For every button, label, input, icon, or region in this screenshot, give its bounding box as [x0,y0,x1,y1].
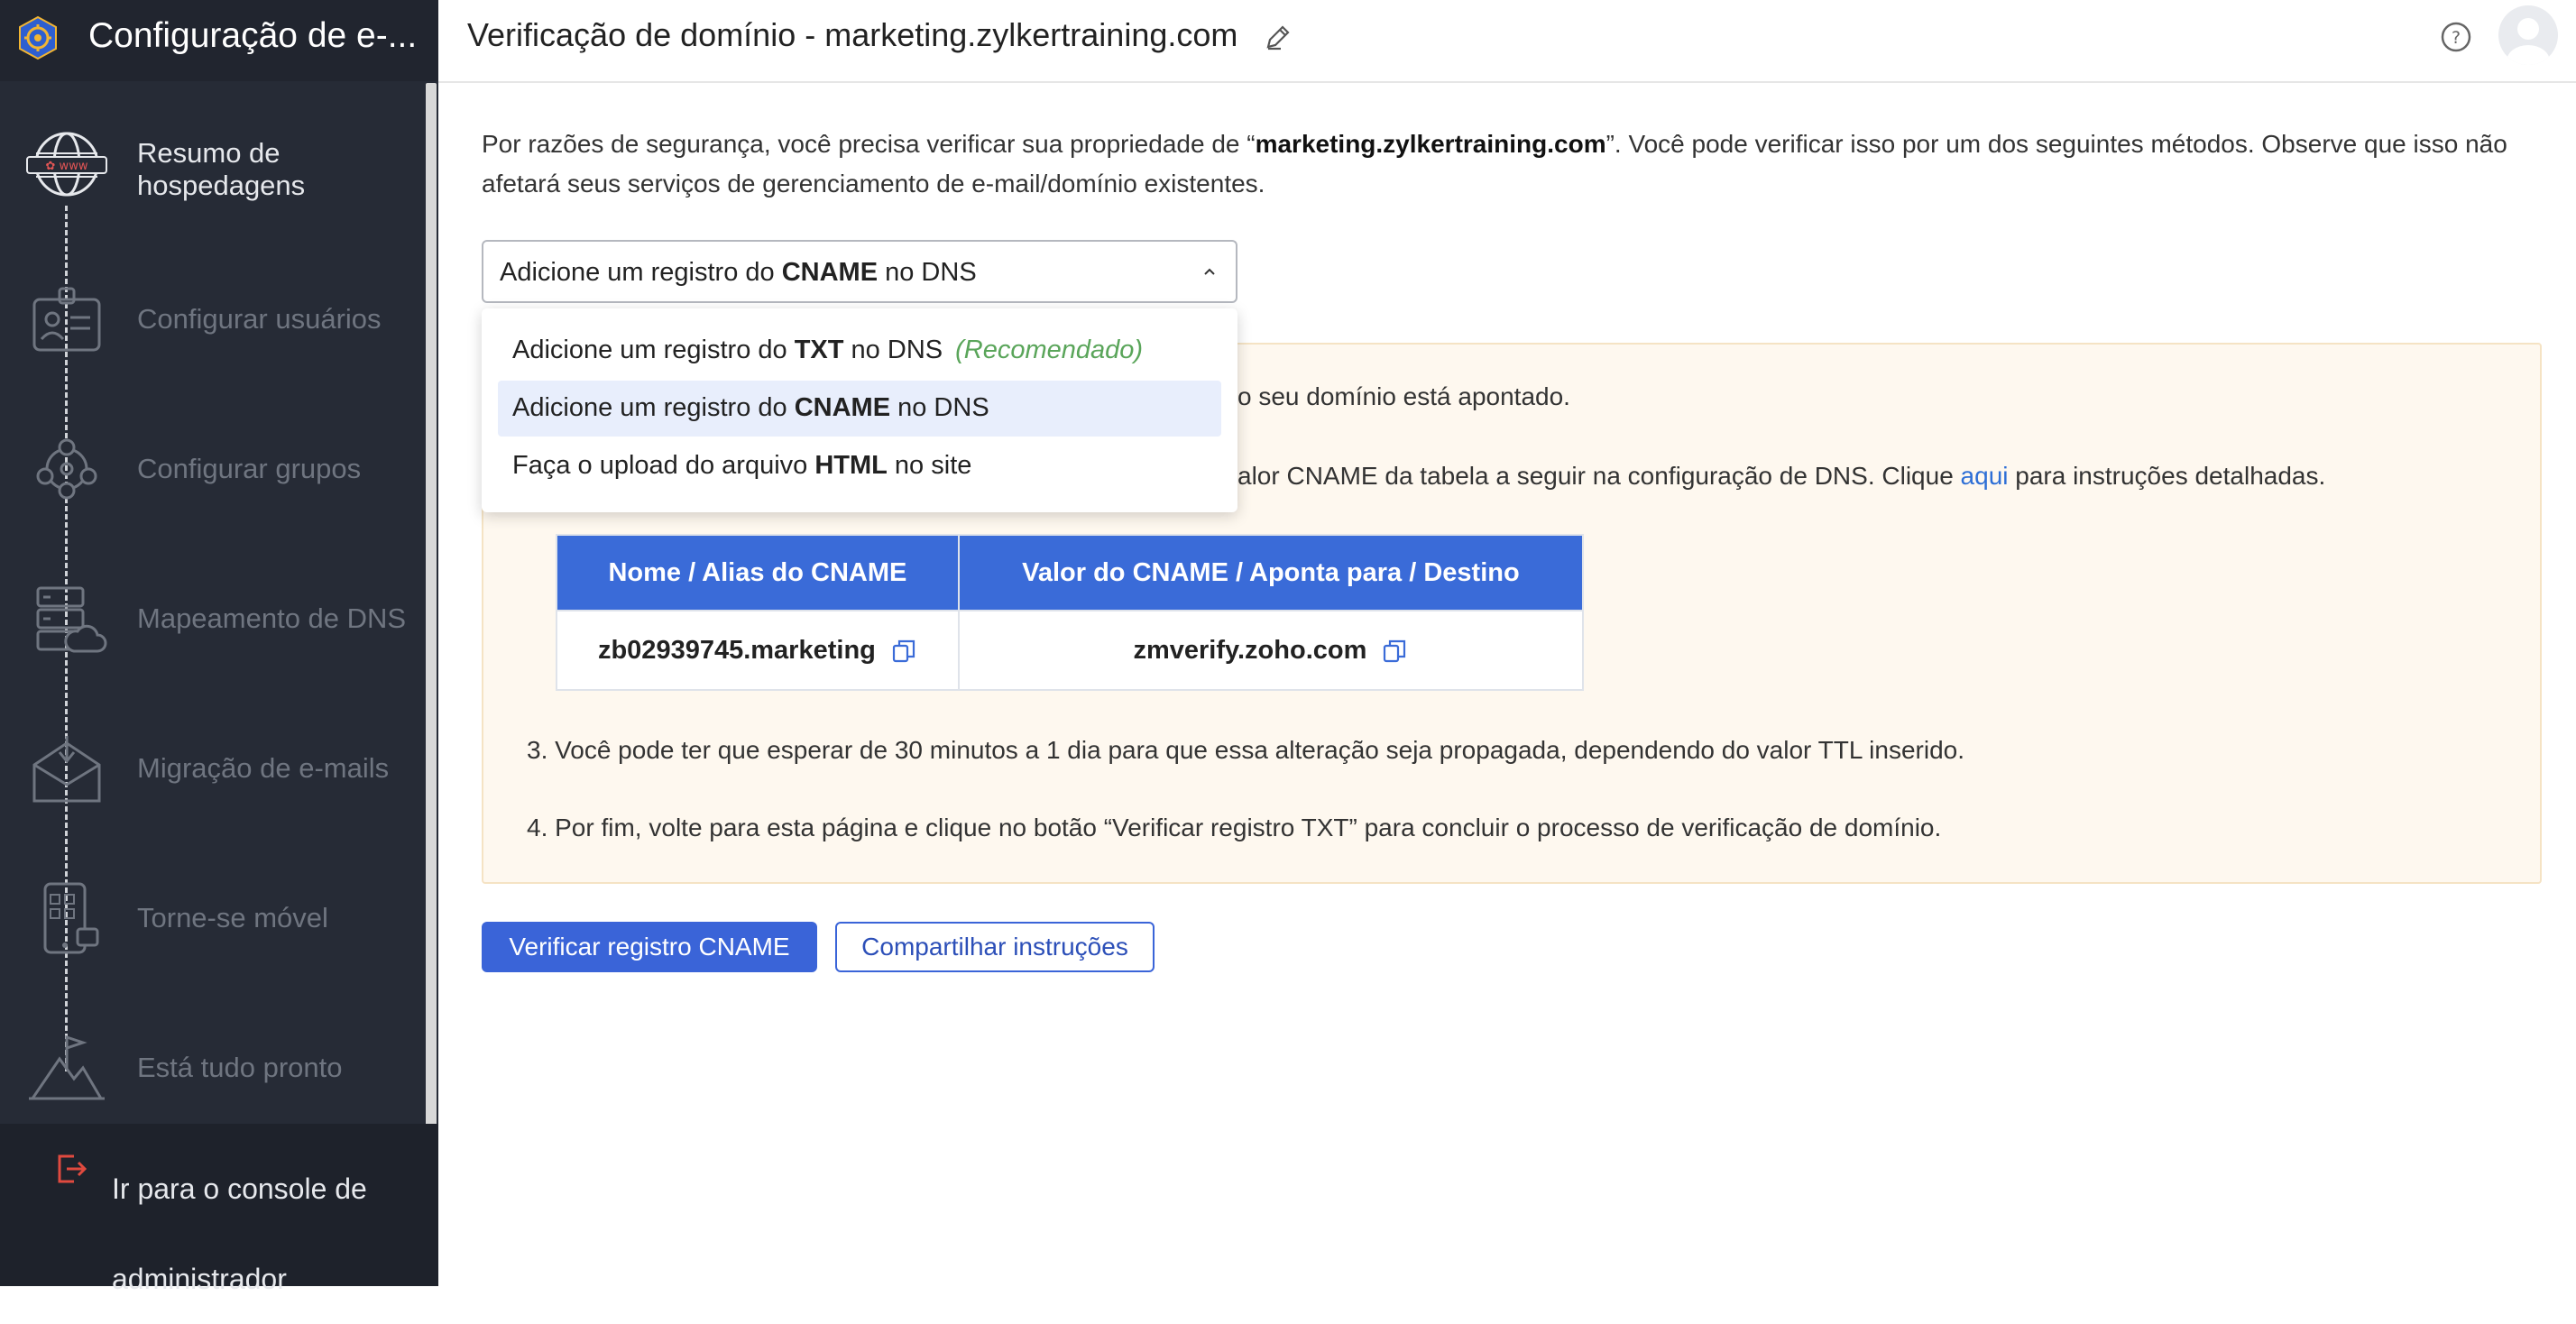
select-value-prefix: Adicione um registro do [500,258,782,287]
admin-console-label: Ir para o console de administrador [112,1172,367,1295]
sidebar-item-label: Torne-se móvel [137,902,328,933]
cname-target-value: zmverify.zoho.com [1133,635,1367,665]
select-value-bold: CNAME [781,258,879,287]
mobile-apps-icon [43,882,99,954]
option-suffix: no DNS [890,393,989,422]
instructions-link[interactable]: aqui [1961,462,2009,490]
copy-icon[interactable] [890,638,917,665]
top-header: Verificação de domínio - marketing.zylke… [438,0,2576,83]
instruction-step-2-end: para instruções detalhadas. [2008,462,2326,490]
table-cell-alias: zb02939745.marketing [556,610,960,691]
globe-www-icon: ✿ www [26,132,107,197]
instruction-step-2-text: alor CNAME da tabela a seguir na configu… [1237,462,1961,490]
option-html[interactable]: Faça o upload do arquivo HTML no site [498,438,1221,494]
option-prefix: Adicione um registro do [512,336,795,364]
instruction-step-4: 4. Por fim, volte para esta página e cli… [527,814,1942,841]
sidebar-item-email-migration[interactable]: Migração de e-mails [0,725,424,851]
table-header-cname-value: Valor do CNAME / Aponta para / Destino [957,534,1585,611]
sidebar-item-label: Migração de e-mails [137,752,390,784]
svg-text:✿ www: ✿ www [46,160,88,173]
select-value: Adicione um registro do CNAME no DNS [500,258,977,288]
mountain-flag-icon [29,1034,105,1100]
chevron-up-icon [1204,268,1215,275]
option-cname[interactable]: Adicione um registro do CNAME no DNS [498,381,1221,437]
page-title: Verificação de domínio - marketing.zylke… [467,16,1238,53]
option-suffix: no site [887,451,972,480]
mail-inbox-icon [32,736,101,803]
verification-method-dropdown: Adicione um registro do TXT no DNS (Recom… [482,308,1237,512]
help-icon[interactable]: ? [2439,20,2473,54]
table-cell-value: zmverify.zoho.com [957,610,1585,691]
option-bold: TXT [794,336,844,364]
sidebar-item-configure-users[interactable]: Configurar usuários [0,276,424,402]
cname-alias-value: zb02939745.marketing [597,635,876,665]
user-badge-icon [32,287,101,352]
cname-table: Nome / Alias do CNAME Valor do CNAME / A… [556,534,1585,691]
sidebar-item-label: Está tudo pronto [137,1052,343,1083]
sidebar-item-label: Configurar grupos [137,453,362,484]
option-bold: CNAME [794,393,891,422]
select-value-suffix: no DNS [878,258,977,287]
verification-method-select[interactable]: Adicione um registro do CNAME no DNS [482,240,1237,303]
sidebar-item-go-mobile[interactable]: Torne-se móvel [0,875,424,1001]
group-network-icon [36,438,97,500]
sidebar-item-dns-mapping[interactable]: Mapeamento de DNS [0,575,424,702]
option-txt[interactable]: Adicione um registro do TXT no DNS (Recom… [498,323,1221,379]
sidebar-item-hosting-summary[interactable]: ✿ www Resumo de hospedagens [0,117,424,244]
option-bold: HTML [814,451,888,480]
sidebar-item-label: Configurar usuários [137,303,382,335]
option-suffix: no DNS [843,336,943,364]
sidebar-item-label: Mapeamento de DNS [137,602,407,634]
sidebar-title: Configuração de e-... [88,16,418,55]
table-header-cname-alias: Nome / Alias do CNAME [556,534,960,611]
svg-text:?: ? [2452,28,2461,48]
server-cloud-icon [36,586,107,653]
gear-logo-icon [19,15,57,60]
option-prefix: Adicione um registro do [512,393,795,422]
table-row: zb02939745.marketing zmverify.zoho.com [556,610,1585,691]
recommended-tag: (Recomendado) [955,336,1144,364]
share-instructions-button[interactable]: Compartilhar instruções [835,922,1155,972]
admin-console-link[interactable]: Ir para o console de administrador [0,1124,438,1295]
verify-cname-button[interactable]: Verificar registro CNAME [482,922,817,972]
copy-icon[interactable] [1381,638,1408,665]
exit-icon [58,1154,87,1183]
sidebar-item-label: Resumo de hospedagens [137,137,306,201]
avatar[interactable] [2498,5,2558,65]
intro-before: Por razões de segurança, você precisa ve… [482,130,1256,158]
sidebar-item-configure-groups[interactable]: Configurar grupos [0,426,424,552]
intro-domain: marketing.zylkertraining.com [1255,130,1606,158]
option-prefix: Faça o upload do arquivo [512,451,815,480]
intro-text: Por razões de segurança, você precisa ve… [482,124,2538,204]
sidebar: Configuração de e-... ✿ www Resumo de ho… [0,0,438,1295]
sidebar-scrollbar[interactable] [426,83,437,1126]
pencil-edit-icon[interactable] [1263,23,1292,52]
user-avatar-icon [2507,18,2550,65]
instruction-step-1: o seu domínio está apontado. [1237,382,1570,410]
instruction-step-3: 3. Você pode ter que esperar de 30 minut… [527,736,1964,764]
sidebar-header: Configuração de e-... [0,0,438,81]
instruction-step-2: alor CNAME da tabela a seguir na configu… [1237,462,2325,491]
